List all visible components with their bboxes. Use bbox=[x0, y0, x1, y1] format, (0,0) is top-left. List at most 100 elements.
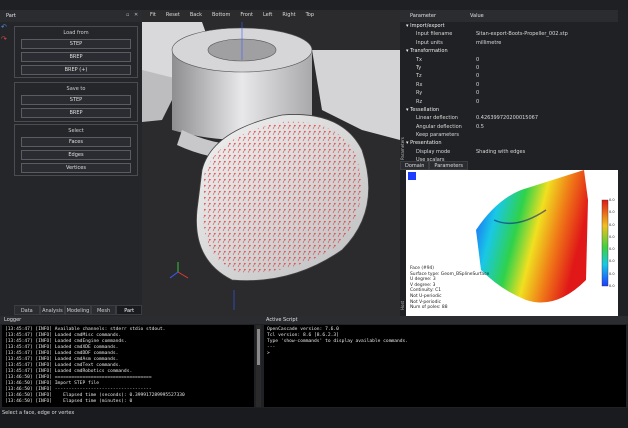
parameter-value[interactable] bbox=[476, 131, 618, 139]
save-step-button[interactable]: STEP bbox=[21, 95, 131, 105]
parameter-name: Input filename bbox=[416, 31, 453, 38]
parameter-row[interactable]: Tz 0 bbox=[406, 72, 618, 80]
load-from-title: Load from bbox=[63, 30, 89, 36]
load-brep-plus-button[interactable]: BREP (+) bbox=[21, 65, 131, 75]
tab-parameters[interactable]: Parameters bbox=[429, 161, 469, 170]
color-scale-bar bbox=[601, 199, 609, 287]
parameters-side-label: Parameters bbox=[400, 137, 405, 160]
parameter-value[interactable] bbox=[476, 106, 618, 114]
parameter-row[interactable]: Angular deflection 0.5 bbox=[406, 123, 618, 131]
logger-panel: Logger [13:45:47] [INFO] Available chann… bbox=[0, 316, 262, 408]
parameter-name: Rz bbox=[416, 98, 423, 105]
parameter-name: Rx bbox=[416, 81, 423, 88]
load-step-button[interactable]: STEP bbox=[21, 39, 131, 49]
color-scale-tick: 0.0 bbox=[609, 234, 615, 239]
color-scale-tick: 0.0 bbox=[609, 271, 615, 276]
parameter-value[interactable]: 0 bbox=[476, 72, 618, 80]
load-brep-button[interactable]: BREP bbox=[21, 52, 131, 62]
view-back-button[interactable]: Back bbox=[186, 10, 206, 20]
parameter-row[interactable]: Ry 0 bbox=[406, 89, 618, 97]
color-scale-tick: 0.0 bbox=[609, 210, 615, 215]
color-scale-tick: 0.0 bbox=[609, 259, 615, 264]
parameters-header: Parameter Value bbox=[400, 10, 618, 22]
face-domain-view[interactable]: 0.0 0.0 0.0 0.0 0.0 0.0 0.0 0.0 Face (#94) Surfa… bbox=[406, 170, 618, 316]
panel-close-icon[interactable]: ✕ bbox=[134, 12, 138, 18]
parameter-value[interactable]: Sitan-export-Boots-Propeller_002.stp bbox=[476, 30, 618, 38]
parameter-name: Display mode bbox=[416, 148, 451, 155]
logger-output[interactable]: [13:45:47] [INFO] Available channels: st… bbox=[2, 325, 254, 407]
3d-viewport[interactable]: Fit Reset Back Bottom Front Left Right T… bbox=[142, 10, 400, 316]
color-scale-tick: 0.0 bbox=[609, 284, 615, 288]
view-bottom-button[interactable]: Bottom bbox=[208, 10, 234, 20]
view-fit-button[interactable]: Fit bbox=[146, 10, 160, 20]
parameter-row[interactable]: Rz 0 bbox=[406, 98, 618, 106]
select-faces-button[interactable]: Faces bbox=[21, 137, 131, 147]
parameter-row[interactable]: Ty 0 bbox=[406, 64, 618, 72]
view-reset-button[interactable]: Reset bbox=[162, 10, 184, 20]
parameter-name: Tz bbox=[416, 73, 422, 80]
status-text: Select a face, edge or vertex bbox=[2, 410, 75, 416]
face-info-line: Num of poles: 88 bbox=[410, 305, 448, 311]
parameter-row[interactable]: Display mode Shading with edges bbox=[406, 148, 618, 156]
console-line: > bbox=[267, 351, 270, 356]
parameter-name: ▾ Transformation bbox=[406, 48, 448, 55]
parameter-section[interactable]: ▾ Transformation bbox=[406, 47, 618, 55]
select-vertices-button[interactable]: Vertices bbox=[21, 163, 131, 173]
parameters-tab-bar: Domain Parameters bbox=[400, 161, 469, 170]
tab-part[interactable]: Part bbox=[116, 305, 142, 315]
redo-icon[interactable]: ↷ bbox=[1, 36, 8, 43]
parameter-row[interactable]: Tx 0 bbox=[406, 56, 618, 64]
parameter-section[interactable]: ▾ Import/export bbox=[406, 22, 618, 30]
parameter-value[interactable]: 0 bbox=[476, 64, 618, 72]
parameter-name: Angular deflection bbox=[416, 123, 462, 130]
parameter-value[interactable]: 0 bbox=[476, 81, 618, 89]
parameter-row[interactable]: Input filename Sitan-export-Boots-Propell… bbox=[406, 30, 618, 38]
undo-icon[interactable]: ↶ bbox=[1, 24, 8, 31]
parameter-value[interactable]: 0 bbox=[476, 98, 618, 106]
color-scale-tick: 0.0 bbox=[609, 198, 615, 202]
parameter-value[interactable]: 0 bbox=[476, 56, 618, 64]
view-front-button[interactable]: Front bbox=[236, 10, 257, 20]
tab-analysis[interactable]: Analysis bbox=[39, 305, 66, 315]
logger-scrollbar[interactable] bbox=[256, 325, 261, 407]
script-console[interactable]: OpenCascade version: 7.6.0 Tcl version: 8… bbox=[264, 325, 626, 407]
parameter-name: Input units bbox=[416, 39, 443, 46]
parameter-name: ▾ Presentation bbox=[406, 140, 442, 147]
color-scale-tick: 0.0 bbox=[609, 222, 615, 227]
app-window: Part ▫ ✕ ↶ ↷ Load from STEP BREP BREP (+… bbox=[0, 0, 628, 428]
tab-data[interactable]: Data bbox=[14, 305, 40, 315]
parameter-name: Linear deflection bbox=[416, 115, 458, 122]
parameter-value[interactable] bbox=[476, 139, 618, 147]
load-from-group: Load from STEP BREP BREP (+) bbox=[14, 26, 138, 78]
parameter-value[interactable]: 0 bbox=[476, 89, 618, 97]
tab-modeling[interactable]: Modeling bbox=[65, 305, 91, 315]
parameter-section[interactable]: ▾ Tessellation bbox=[406, 106, 618, 114]
parameter-value[interactable]: 0.5 bbox=[476, 123, 618, 131]
parameter-value[interactable]: Shading with edges bbox=[476, 148, 618, 156]
parameter-name: ▾ Tessellation bbox=[406, 106, 440, 113]
select-edges-button[interactable]: Edges bbox=[21, 150, 131, 160]
tab-domain[interactable]: Domain bbox=[400, 161, 430, 170]
active-script-panel: Active Script OpenCascade version: 7.6.0… bbox=[262, 316, 628, 408]
parameter-row[interactable]: Rx 0 bbox=[406, 81, 618, 89]
save-brep-button[interactable]: BREP bbox=[21, 108, 131, 118]
left-tab-bar: Data Analysis Modeling Mesh Part bbox=[14, 305, 142, 315]
parameter-value[interactable]: 0.426399720200015067 bbox=[476, 114, 618, 122]
panel-float-icon[interactable]: ▫ bbox=[126, 12, 129, 18]
tab-mesh[interactable]: Mesh bbox=[90, 305, 117, 315]
parameter-row[interactable]: Keep parameters bbox=[406, 131, 618, 139]
propeller-model bbox=[142, 22, 400, 310]
parameter-value[interactable] bbox=[476, 156, 618, 164]
right-dock-strip bbox=[618, 10, 628, 316]
view-top-button[interactable]: Top bbox=[302, 10, 318, 20]
view-left-button[interactable]: Left bbox=[259, 10, 276, 20]
face-info-text: Face (#94) Surface type: Geom_BSplineSurf… bbox=[410, 266, 489, 311]
parameters-panel: Parameter Value ▾ Import/export Input fil… bbox=[400, 10, 618, 170]
parameter-section[interactable]: ▾ Presentation bbox=[406, 139, 618, 147]
view-right-button[interactable]: Right bbox=[278, 10, 299, 20]
parameter-value[interactable]: millimetre bbox=[476, 39, 618, 47]
parameter-row[interactable]: Input units millimetre bbox=[406, 39, 618, 47]
parameter-value[interactable] bbox=[476, 22, 618, 30]
parameter-value[interactable] bbox=[476, 47, 618, 55]
parameter-row[interactable]: Linear deflection 0.426399720200015067 bbox=[406, 114, 618, 122]
